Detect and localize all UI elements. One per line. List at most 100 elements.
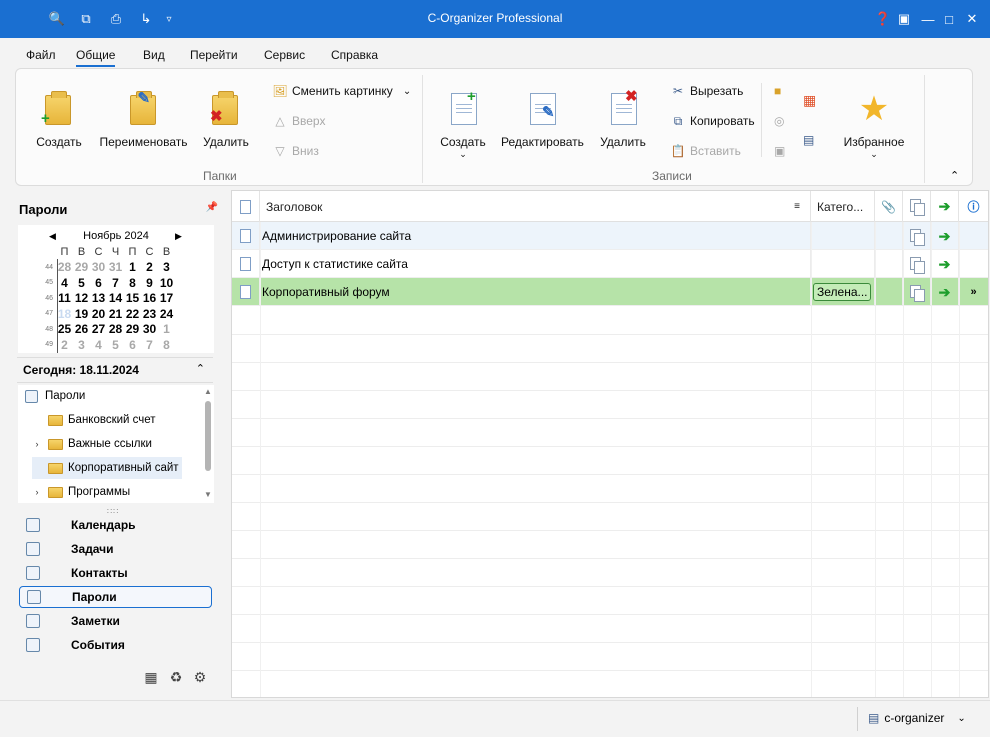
- copy-icon[interactable]: [909, 256, 925, 274]
- expand-icon[interactable]: ›: [32, 487, 42, 497]
- maximize-button[interactable]: □: [939, 9, 959, 29]
- tree-root[interactable]: Пароли: [24, 385, 85, 407]
- calendar-day[interactable]: 8: [158, 338, 175, 352]
- delete-record-button[interactable]: ✖ Удалить: [598, 89, 648, 149]
- calendar-day[interactable]: 6: [124, 338, 141, 352]
- calendar-day[interactable]: 20: [90, 307, 107, 321]
- move-down-button[interactable]: ▽ Вниз: [272, 142, 318, 160]
- calendar-day[interactable]: 5: [73, 276, 90, 290]
- help-icon[interactable]: ❓: [873, 9, 893, 29]
- calendar-day[interactable]: 2: [56, 338, 73, 352]
- menu-view[interactable]: Вид: [143, 48, 165, 62]
- calendar-day[interactable]: 11: [56, 291, 73, 305]
- cut-button[interactable]: ✂ Вырезать: [670, 82, 743, 100]
- calendar-day[interactable]: 7: [141, 338, 158, 352]
- calendar-day[interactable]: 16: [141, 291, 158, 305]
- collapse-ribbon-icon[interactable]: ⌃: [950, 169, 959, 182]
- paperclip-icon[interactable]: 📎: [875, 191, 903, 222]
- nav-notes[interactable]: Заметки: [19, 610, 212, 632]
- calendar-day[interactable]: 28: [107, 322, 124, 336]
- info-icon[interactable]: ⓘ: [959, 191, 988, 222]
- tree-scrollbar[interactable]: ▲ ▼: [202, 385, 214, 503]
- calendar-day[interactable]: 4: [56, 276, 73, 290]
- calendar-day[interactable]: 23: [141, 307, 158, 321]
- filter-icon[interactable]: ▤: [803, 131, 814, 149]
- expand-icon[interactable]: ›: [32, 439, 42, 449]
- close-button[interactable]: ✕: [962, 9, 982, 29]
- gear-icon[interactable]: ⚙: [191, 668, 209, 686]
- calendar-day[interactable]: 10: [158, 276, 175, 290]
- expand-row-icon[interactable]: »: [959, 278, 988, 306]
- nav-tasks[interactable]: Задачи: [19, 538, 212, 560]
- menu-go[interactable]: Перейти: [190, 48, 238, 62]
- calendar-day[interactable]: 31: [107, 260, 124, 274]
- calendar-day[interactable]: 2: [141, 260, 158, 274]
- calendar-day[interactable]: 1: [158, 322, 175, 336]
- database-selector[interactable]: ▤ c-organizer ⌄: [868, 711, 966, 725]
- menu-help[interactable]: Справка: [331, 48, 378, 62]
- go-column-header[interactable]: ➔: [931, 191, 959, 222]
- calendar-day[interactable]: 15: [124, 291, 141, 305]
- calendar-day[interactable]: 29: [73, 260, 90, 274]
- rename-folder-button[interactable]: ✎ Переименовать: [96, 89, 191, 149]
- layout-icon[interactable]: ▣: [894, 9, 914, 29]
- menu-general[interactable]: Общие: [76, 48, 116, 67]
- tree-item-corporate[interactable]: Корпоративный сайт: [32, 457, 182, 479]
- calendar-day[interactable]: 1: [124, 260, 141, 274]
- calendar-day[interactable]: 3: [158, 260, 175, 274]
- nav-contacts[interactable]: Контакты: [19, 562, 212, 584]
- edit-record-button[interactable]: ✎ Редактировать: [501, 89, 584, 149]
- calendar-day[interactable]: 7: [107, 276, 124, 290]
- trash-icon[interactable]: ♻: [167, 668, 185, 686]
- calendar-day[interactable]: 25: [56, 322, 73, 336]
- calendar-day[interactable]: 4: [90, 338, 107, 352]
- title-column-header[interactable]: Заголовок ≡: [260, 191, 811, 222]
- nav-passwords[interactable]: Пароли: [19, 586, 212, 608]
- calendar-day[interactable]: 30: [90, 260, 107, 274]
- favorites-button[interactable]: ★ Избранное ⌄: [836, 89, 912, 160]
- nav-events[interactable]: События: [19, 634, 212, 656]
- pin-icon[interactable]: 📌: [206, 202, 218, 213]
- calendar-day[interactable]: 24: [158, 307, 175, 321]
- calendar-day[interactable]: 30: [141, 322, 158, 336]
- today-bar[interactable]: Сегодня: 18.11.2024 ⌃: [17, 357, 213, 383]
- delete-folder-button[interactable]: ✖ Удалить: [201, 89, 251, 149]
- tree-item-bank[interactable]: Банковский счет: [32, 409, 156, 431]
- menu-file[interactable]: Файл: [26, 48, 56, 62]
- calendar-settings-icon[interactable]: ▦: [142, 668, 160, 686]
- note-icon[interactable]: ■: [774, 82, 781, 100]
- create-record-button[interactable]: + Создать ⌄: [438, 89, 488, 160]
- calendar-day[interactable]: 8: [124, 276, 141, 290]
- tree-item-programs[interactable]: › Программы: [32, 481, 130, 503]
- type-column-header[interactable]: [232, 191, 260, 222]
- change-picture-button[interactable]: 🖼 Сменить картинку ⌄: [272, 82, 411, 100]
- calendar-day[interactable]: 12: [73, 291, 90, 305]
- copy-icon[interactable]: [909, 228, 925, 246]
- calendar-day[interactable]: 19: [73, 307, 90, 321]
- menu-service[interactable]: Сервис: [264, 48, 305, 62]
- tree-item-links[interactable]: › Важные ссылки: [32, 433, 152, 455]
- calendar-day[interactable]: 17: [158, 291, 175, 305]
- copy-column-header[interactable]: [903, 191, 931, 222]
- copy-button[interactable]: ⧉ Копировать: [670, 112, 755, 130]
- calendar-day[interactable]: 27: [90, 322, 107, 336]
- calendar-day[interactable]: 29: [124, 322, 141, 336]
- calendar-day[interactable]: 28: [56, 260, 73, 274]
- paste-button[interactable]: 📋 Вставить: [670, 142, 741, 160]
- collapse-up-icon[interactable]: ⌃: [196, 362, 205, 375]
- create-folder-button[interactable]: + Создать: [34, 89, 84, 149]
- arrow-right-icon[interactable]: ➔: [939, 228, 951, 245]
- calendar-day[interactable]: 5: [107, 338, 124, 352]
- copy-icon[interactable]: [909, 284, 925, 302]
- calendar-day[interactable]: 3: [73, 338, 90, 352]
- move-up-button[interactable]: △ Вверх: [272, 112, 325, 130]
- calendar-day[interactable]: 18: [56, 307, 73, 321]
- calendar-day[interactable]: 22: [124, 307, 141, 321]
- arrow-right-icon[interactable]: ➔: [939, 284, 951, 301]
- calendar-day[interactable]: 13: [90, 291, 107, 305]
- calendar-day[interactable]: 6: [90, 276, 107, 290]
- calendar-day[interactable]: 21: [107, 307, 124, 321]
- category-badge[interactable]: Зелена...: [813, 283, 871, 301]
- next-month-icon[interactable]: ▶: [175, 231, 182, 242]
- calendar-day[interactable]: 26: [73, 322, 90, 336]
